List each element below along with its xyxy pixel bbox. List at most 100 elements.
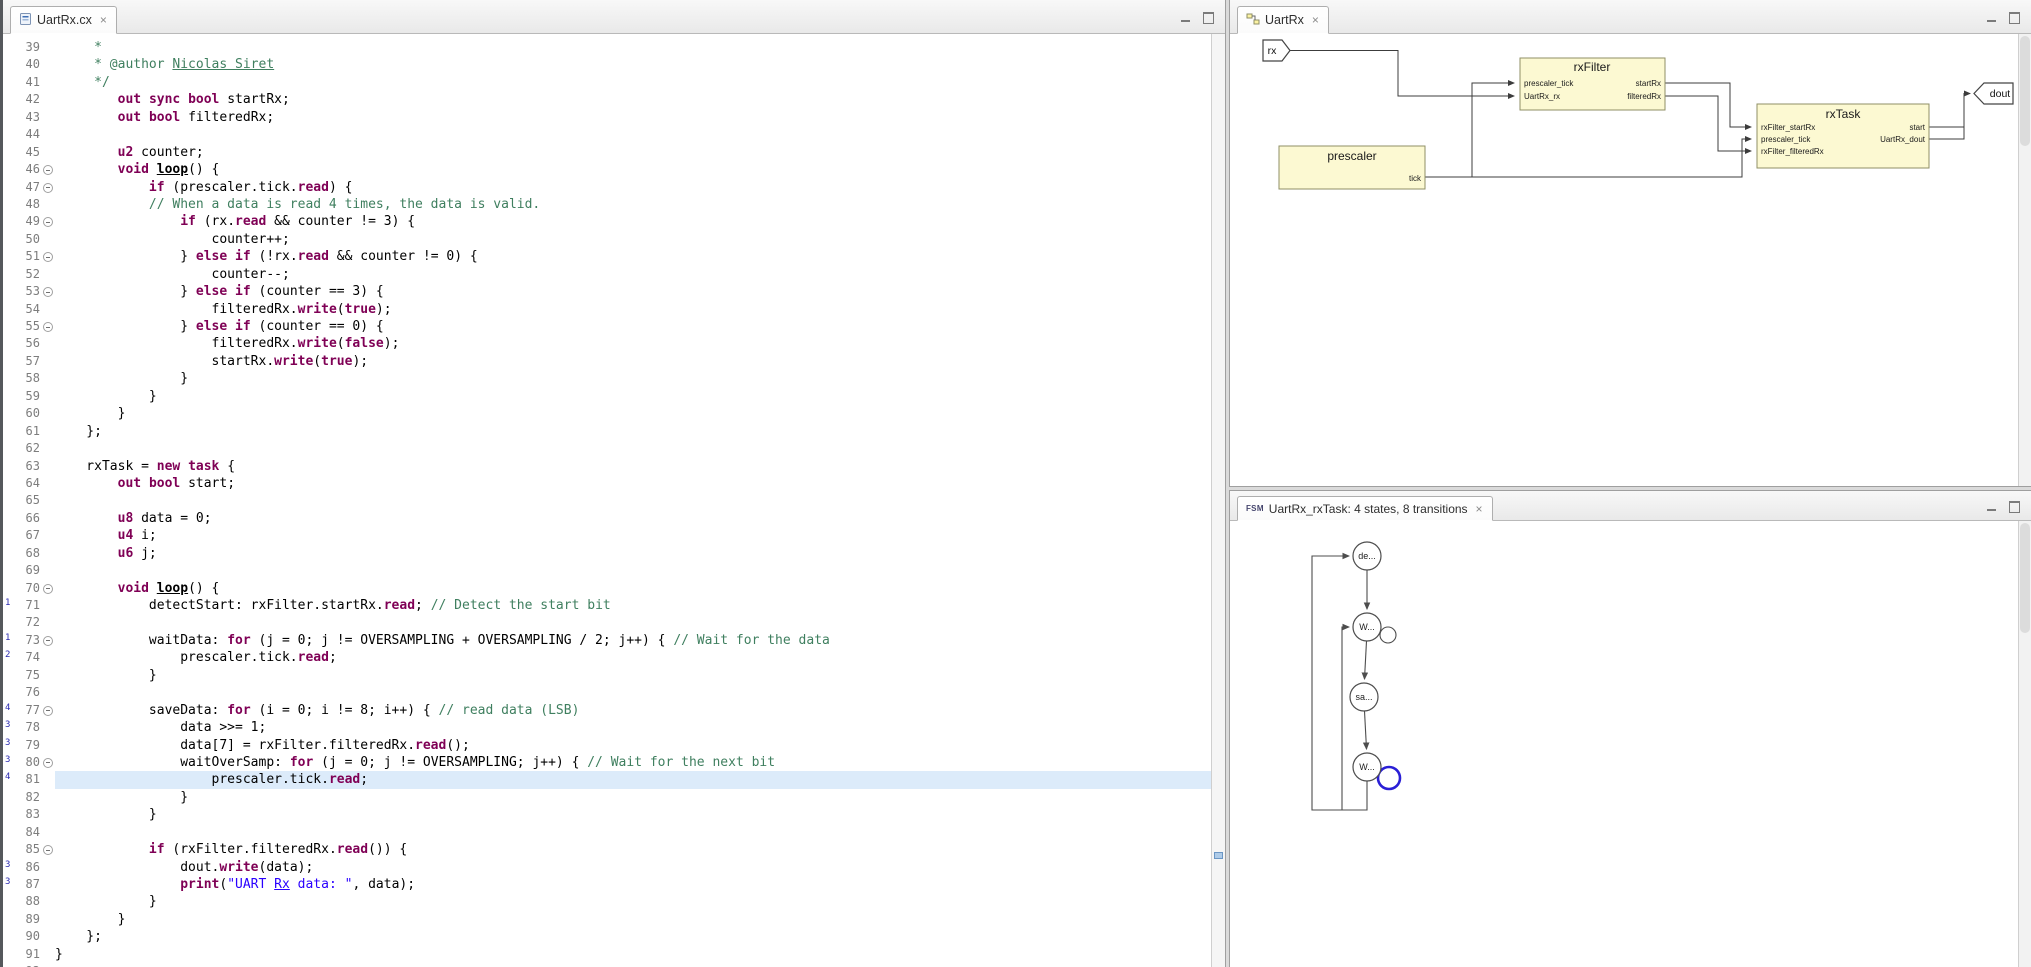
code-line[interactable]: 42 out sync bool startRx;: [3, 91, 1211, 108]
code-text[interactable]: u8 data = 0;: [55, 510, 1211, 527]
fsm-state-waitoversamp[interactable]: W...: [1353, 753, 1381, 781]
code-line[interactable]: 67 u4 i;: [3, 527, 1211, 544]
code-line[interactable]: 386 dout.write(data);: [3, 859, 1211, 876]
code-line[interactable]: 70 void loop() {: [3, 580, 1211, 597]
code-line[interactable]: 171 detectStart: rxFilter.startRx.read; …: [3, 597, 1211, 614]
fold-minus-icon[interactable]: [40, 179, 55, 196]
code-text[interactable]: filteredRx.write(false);: [55, 335, 1211, 352]
code-text[interactable]: void loop() {: [55, 161, 1211, 178]
fsm-state-waitdata[interactable]: W...: [1353, 613, 1381, 641]
code-line[interactable]: 85 if (rxFilter.filteredRx.read()) {: [3, 841, 1211, 858]
fsm-canvas[interactable]: de... W... sa... W...: [1230, 521, 2018, 967]
code-text[interactable]: print("UART Rx data: ", data);: [55, 876, 1211, 893]
code-text[interactable]: */: [55, 74, 1211, 91]
code-line[interactable]: 84: [3, 824, 1211, 841]
transition-3-4[interactable]: [1365, 711, 1367, 749]
code-line[interactable]: 69: [3, 562, 1211, 579]
code-line[interactable]: 65: [3, 492, 1211, 509]
code-text[interactable]: [55, 492, 1211, 509]
diagram-canvas[interactable]: rx dout rxFilter prescaler_tick UartRx_r…: [1230, 34, 2018, 486]
code-text[interactable]: * @author Nicolas Siret: [55, 56, 1211, 73]
code-line[interactable]: 88 }: [3, 893, 1211, 910]
code-text[interactable]: waitOverSamp: for (j = 0; j != OVERSAMPL…: [55, 754, 1211, 771]
code-line[interactable]: 83 }: [3, 806, 1211, 823]
code-line[interactable]: 48 // When a data is read 4 times, the d…: [3, 196, 1211, 213]
code-line[interactable]: 477 saveData: for (i = 0; i != 8; i++) {…: [3, 702, 1211, 719]
code-line[interactable]: 49 if (rx.read && counter != 3) {: [3, 213, 1211, 230]
code-text[interactable]: [55, 126, 1211, 143]
code-text[interactable]: counter++;: [55, 231, 1211, 248]
code-text[interactable]: [55, 684, 1211, 701]
minimize-icon[interactable]: [1983, 498, 2001, 514]
code-line[interactable]: 68 u6 j;: [3, 545, 1211, 562]
vertical-scrollbar[interactable]: [2018, 521, 2031, 967]
code-text[interactable]: saveData: for (i = 0; i != 8; i++) { // …: [55, 702, 1211, 719]
code-text[interactable]: }: [55, 388, 1211, 405]
code-text[interactable]: dout.write(data);: [55, 859, 1211, 876]
code-text[interactable]: }: [55, 893, 1211, 910]
code-text[interactable]: out sync bool startRx;: [55, 91, 1211, 108]
code-line[interactable]: 66 u8 data = 0;: [3, 510, 1211, 527]
minimize-icon[interactable]: [1983, 9, 2001, 25]
transition-feedback-inner[interactable]: [1342, 627, 1349, 810]
code-line[interactable]: 58 }: [3, 370, 1211, 387]
code-line[interactable]: 54 filteredRx.write(true);: [3, 301, 1211, 318]
code-line[interactable]: 43 out bool filteredRx;: [3, 109, 1211, 126]
code-text[interactable]: [55, 963, 1211, 967]
fold-minus-icon[interactable]: [40, 161, 55, 178]
code-line[interactable]: 72: [3, 614, 1211, 631]
transition-2-3[interactable]: [1365, 641, 1367, 679]
code-text[interactable]: };: [55, 928, 1211, 945]
minimize-icon[interactable]: [1177, 9, 1195, 25]
code-line[interactable]: 51 } else if (!rx.read && counter != 0) …: [3, 248, 1211, 265]
code-text[interactable]: [55, 440, 1211, 457]
code-text[interactable]: }: [55, 789, 1211, 806]
code-text[interactable]: } else if (counter == 3) {: [55, 283, 1211, 300]
fold-minus-icon[interactable]: [40, 248, 55, 265]
code-line[interactable]: 82 }: [3, 789, 1211, 806]
fsm-state-detectstart[interactable]: de...: [1353, 542, 1381, 570]
code-text[interactable]: } else if (counter == 0) {: [55, 318, 1211, 335]
code-text[interactable]: u6 j;: [55, 545, 1211, 562]
code-text[interactable]: [55, 824, 1211, 841]
code-line[interactable]: 62: [3, 440, 1211, 457]
code-line[interactable]: 55 } else if (counter == 0) {: [3, 318, 1211, 335]
code-line[interactable]: 380 waitOverSamp: for (j = 0; j != OVERS…: [3, 754, 1211, 771]
code-line[interactable]: 64 out bool start;: [3, 475, 1211, 492]
code-text[interactable]: }: [55, 667, 1211, 684]
code-line[interactable]: 39 *: [3, 39, 1211, 56]
self-loop[interactable]: [1380, 627, 1396, 643]
code-line[interactable]: 63 rxTask = new task {: [3, 458, 1211, 475]
code-line[interactable]: 481 prescaler.tick.read;: [3, 771, 1211, 788]
close-icon[interactable]: ×: [100, 14, 107, 26]
fold-minus-icon[interactable]: [40, 632, 55, 649]
code-line[interactable]: 274 prescaler.tick.read;: [3, 649, 1211, 666]
vertical-scrollbar[interactable]: [2018, 34, 2031, 486]
fsm-state-savedata[interactable]: sa...: [1350, 683, 1378, 711]
block-rxtask[interactable]: rxTask rxFilter_startRx prescaler_tick r…: [1757, 104, 1929, 168]
code-line[interactable]: 75 }: [3, 667, 1211, 684]
code-line[interactable]: 91}: [3, 946, 1211, 963]
self-loop-active[interactable]: [1378, 767, 1400, 789]
code-text[interactable]: }: [55, 946, 1211, 963]
fold-minus-icon[interactable]: [40, 283, 55, 300]
code-text[interactable]: prescaler.tick.read;: [55, 771, 1211, 788]
fold-minus-icon[interactable]: [40, 213, 55, 230]
code-text[interactable]: if (prescaler.tick.read) {: [55, 179, 1211, 196]
code-text[interactable]: [55, 562, 1211, 579]
close-icon[interactable]: ×: [1312, 14, 1319, 26]
block-prescaler[interactable]: prescaler tick: [1279, 146, 1425, 189]
code-line[interactable]: 90 };: [3, 928, 1211, 945]
code-line[interactable]: 47 if (prescaler.tick.read) {: [3, 179, 1211, 196]
code-line[interactable]: 379 data[7] = rxFilter.filteredRx.read()…: [3, 737, 1211, 754]
fold-minus-icon[interactable]: [40, 754, 55, 771]
code-editor[interactable]: 39 *40 * @author Nicolas Siret41 */42 ou…: [3, 34, 1211, 967]
code-text[interactable]: }: [55, 370, 1211, 387]
input-port-rx[interactable]: rx: [1263, 40, 1290, 61]
code-text[interactable]: };: [55, 423, 1211, 440]
code-text[interactable]: waitData: for (j = 0; j != OVERSAMPLING …: [55, 632, 1211, 649]
code-text[interactable]: data >>= 1;: [55, 719, 1211, 736]
code-line[interactable]: 387 print("UART Rx data: ", data);: [3, 876, 1211, 893]
fold-minus-icon[interactable]: [40, 318, 55, 335]
code-text[interactable]: }: [55, 806, 1211, 823]
